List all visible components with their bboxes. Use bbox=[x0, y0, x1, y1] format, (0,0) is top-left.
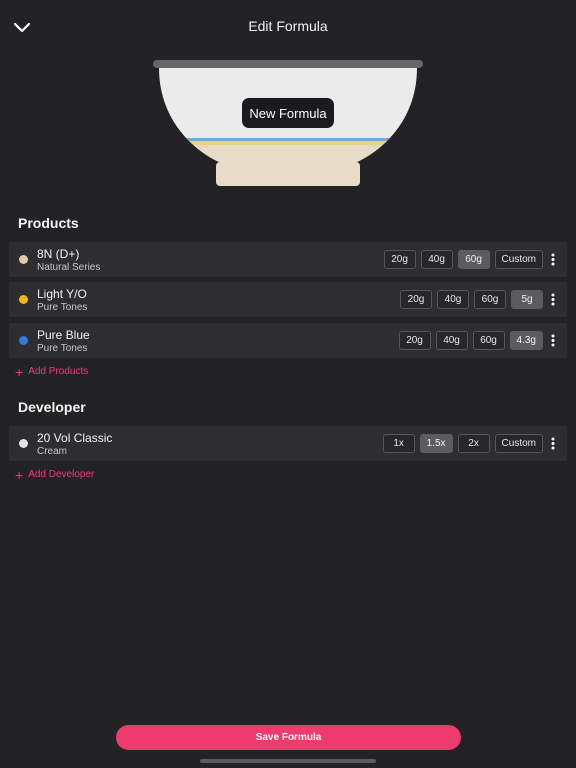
home-indicator bbox=[200, 759, 376, 763]
amount-option[interactable]: 20g bbox=[383, 250, 416, 269]
ratio-options: 1x 1.5x 2x Custom bbox=[382, 434, 543, 453]
plus-icon: + bbox=[15, 363, 24, 380]
amount-option[interactable]: 40g bbox=[420, 250, 453, 269]
amount-option-selected[interactable]: 4.3g bbox=[509, 331, 543, 350]
more-options-icon[interactable] bbox=[551, 334, 555, 347]
product-row[interactable]: 8N (D+) Natural Series 20g 40g 60g Custo… bbox=[9, 242, 567, 277]
plus-icon: + bbox=[15, 466, 24, 483]
amount-options: 20g 40g 60g 4.3g bbox=[398, 331, 543, 350]
add-products-label: Add Products bbox=[28, 366, 89, 377]
color-swatch bbox=[19, 295, 28, 304]
amount-option[interactable]: 60g bbox=[472, 331, 505, 350]
developer-name: 20 Vol Classic bbox=[37, 431, 113, 445]
developer-row[interactable]: 20 Vol Classic Cream 1x 1.5x 2x Custom bbox=[9, 426, 567, 461]
amount-option[interactable]: 20g bbox=[398, 331, 431, 350]
formula-name-label[interactable]: New Formula bbox=[242, 98, 334, 128]
top-bar: Edit Formula bbox=[0, 0, 576, 54]
custom-ratio-option[interactable]: Custom bbox=[494, 434, 543, 453]
developer-section-title: Developer bbox=[18, 399, 86, 415]
amount-option[interactable]: 40g bbox=[437, 290, 469, 309]
product-series: Pure Tones bbox=[37, 302, 88, 313]
amount-option[interactable]: 40g bbox=[435, 331, 468, 350]
product-name: 8N (D+) bbox=[37, 247, 80, 261]
amount-options: 20g 40g 60g Custom bbox=[383, 250, 543, 269]
product-series: Natural Series bbox=[37, 262, 101, 273]
page-title: Edit Formula bbox=[248, 18, 328, 34]
save-formula-button[interactable]: Save Formula bbox=[116, 725, 461, 750]
ratio-option[interactable]: 2x bbox=[457, 434, 490, 453]
amount-option-selected[interactable]: 60g bbox=[457, 250, 490, 269]
add-developer-link[interactable]: + Add Developer bbox=[15, 466, 95, 483]
product-row[interactable]: Pure Blue Pure Tones 20g 40g 60g 4.3g bbox=[9, 323, 567, 358]
product-name: Light Y/O bbox=[37, 287, 87, 301]
color-swatch bbox=[19, 336, 28, 345]
amount-option-selected[interactable]: 5g bbox=[511, 290, 543, 309]
product-row[interactable]: Light Y/O Pure Tones 20g 40g 60g 5g bbox=[9, 282, 567, 317]
product-name: Pure Blue bbox=[37, 328, 90, 342]
add-developer-label: Add Developer bbox=[28, 469, 95, 480]
color-swatch bbox=[19, 439, 28, 448]
more-options-icon[interactable] bbox=[551, 293, 555, 306]
add-products-link[interactable]: + Add Products bbox=[15, 363, 89, 380]
more-options-icon[interactable] bbox=[551, 253, 555, 266]
products-section-title: Products bbox=[18, 215, 79, 231]
developer-type: Cream bbox=[37, 446, 68, 457]
amount-option[interactable]: 20g bbox=[400, 290, 432, 309]
color-swatch bbox=[19, 255, 28, 264]
product-series: Pure Tones bbox=[37, 343, 88, 354]
amount-options: 20g 40g 60g 5g bbox=[400, 290, 543, 309]
ratio-option-selected[interactable]: 1.5x bbox=[419, 434, 453, 453]
custom-amount-option[interactable]: Custom bbox=[494, 250, 543, 269]
ratio-option[interactable]: 1x bbox=[382, 434, 415, 453]
amount-option[interactable]: 60g bbox=[474, 290, 506, 309]
more-options-icon[interactable] bbox=[551, 437, 555, 450]
